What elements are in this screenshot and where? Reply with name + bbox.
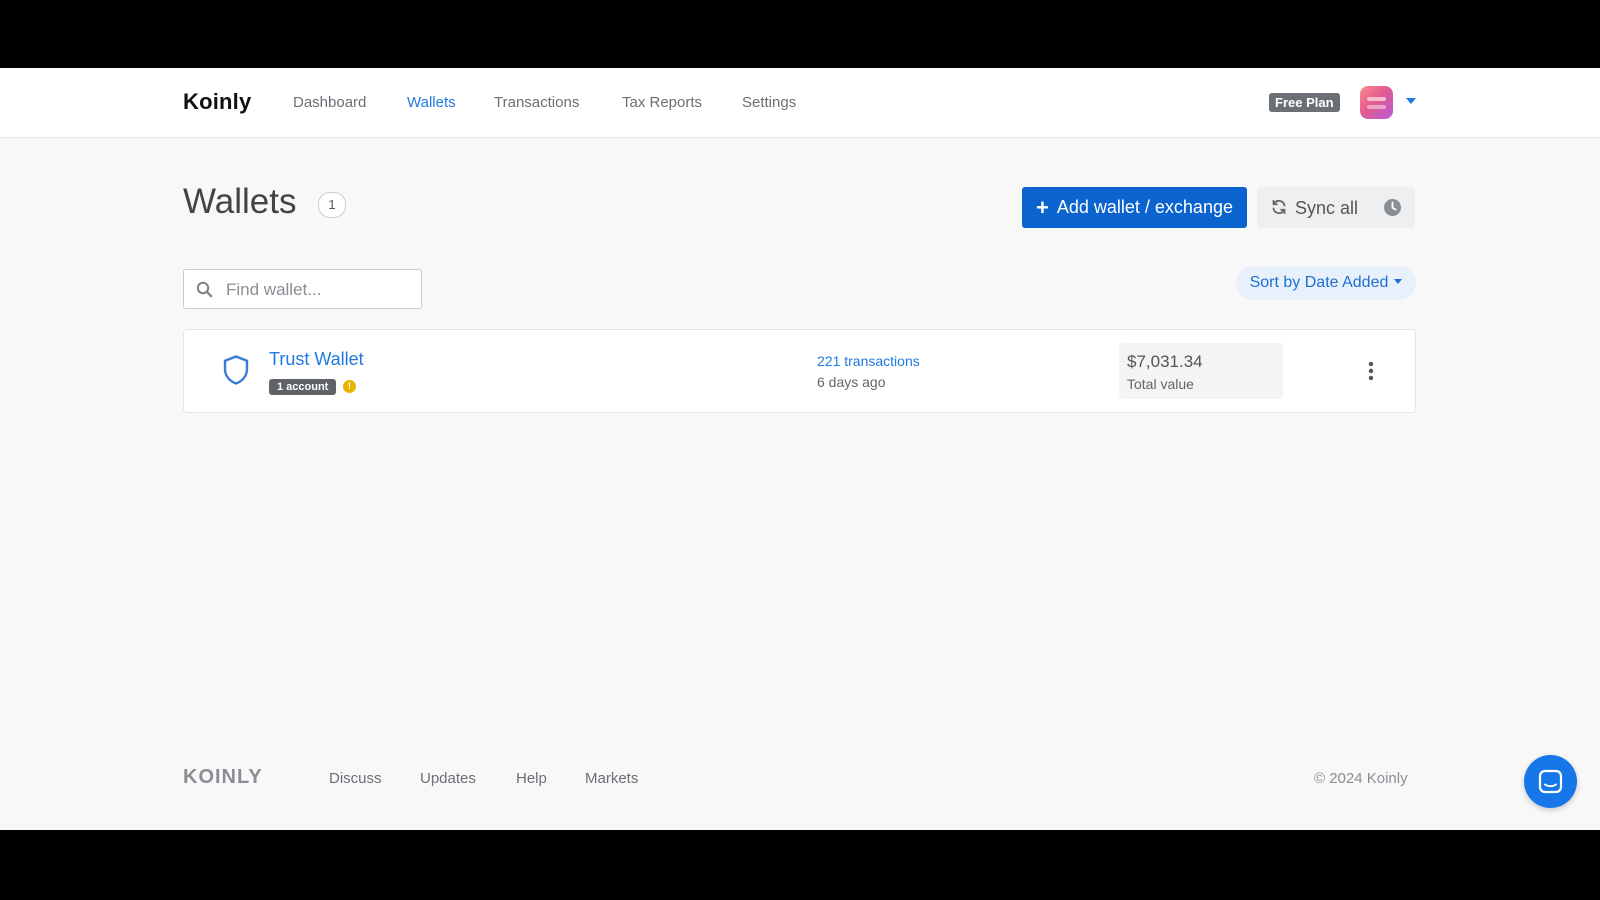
plus-icon: + (1036, 194, 1049, 220)
sort-dropdown[interactable]: Sort by Date Added (1236, 266, 1416, 300)
sort-label: Sort by Date Added (1249, 274, 1389, 291)
footer-link-discuss[interactable]: Discuss (329, 770, 382, 787)
search-icon (196, 281, 213, 298)
nav-transactions[interactable]: Transactions (494, 94, 579, 111)
nav-wallets[interactable]: Wallets (407, 94, 456, 111)
add-wallet-button[interactable]: + Add wallet / exchange (1022, 187, 1247, 228)
account-count-badge: 1 account (269, 379, 337, 395)
warning-icon[interactable]: ! (343, 380, 356, 393)
footer-link-updates[interactable]: Updates (420, 770, 476, 787)
more-options-icon[interactable] (1364, 360, 1378, 382)
transactions-link[interactable]: 221 transactions (817, 353, 920, 369)
top-navbar: Koinly Dashboard Wallets Transactions Ta… (0, 68, 1600, 138)
shield-icon (223, 355, 249, 385)
nav-tax-reports[interactable]: Tax Reports (622, 94, 702, 111)
avatar[interactable] (1360, 86, 1393, 119)
chat-launcher-button[interactable] (1524, 755, 1577, 808)
nav-settings[interactable]: Settings (742, 94, 796, 111)
footer-link-markets[interactable]: Markets (585, 770, 638, 787)
wallet-count-badge: 1 (318, 192, 346, 218)
wallet-name-link[interactable]: Trust Wallet (269, 349, 364, 370)
page-title: Wallets (183, 182, 297, 221)
last-synced-text: 6 days ago (817, 374, 886, 390)
brand-logo[interactable]: Koinly (183, 89, 251, 115)
wallet-row[interactable]: Trust Wallet 1 account ! 221 transaction… (183, 329, 1416, 413)
find-wallet-input[interactable] (224, 278, 418, 302)
plan-badge[interactable]: Free Plan (1269, 93, 1340, 112)
search-box (183, 269, 422, 309)
copyright-text: © 2024 Koinly (1314, 770, 1408, 787)
chevron-down-icon (1394, 279, 1403, 284)
sync-all-label: Sync all (1295, 198, 1359, 218)
account-menu-caret-icon[interactable] (1406, 98, 1416, 104)
clock-icon[interactable] (1383, 198, 1402, 217)
footer-logo: KOINLY (183, 766, 263, 788)
add-wallet-label: Add wallet / exchange (1056, 197, 1233, 217)
total-value-box: $7,031.34 Total value (1119, 343, 1283, 399)
sync-all-button[interactable]: Sync all (1257, 187, 1415, 228)
total-value-label: Total value (1127, 376, 1194, 392)
total-value-amount: $7,031.34 (1127, 352, 1203, 371)
chat-icon (1538, 769, 1563, 794)
sync-icon (1272, 199, 1286, 215)
nav-dashboard[interactable]: Dashboard (293, 94, 366, 111)
app-window: Koinly Dashboard Wallets Transactions Ta… (0, 68, 1600, 830)
footer-link-help[interactable]: Help (516, 770, 547, 787)
